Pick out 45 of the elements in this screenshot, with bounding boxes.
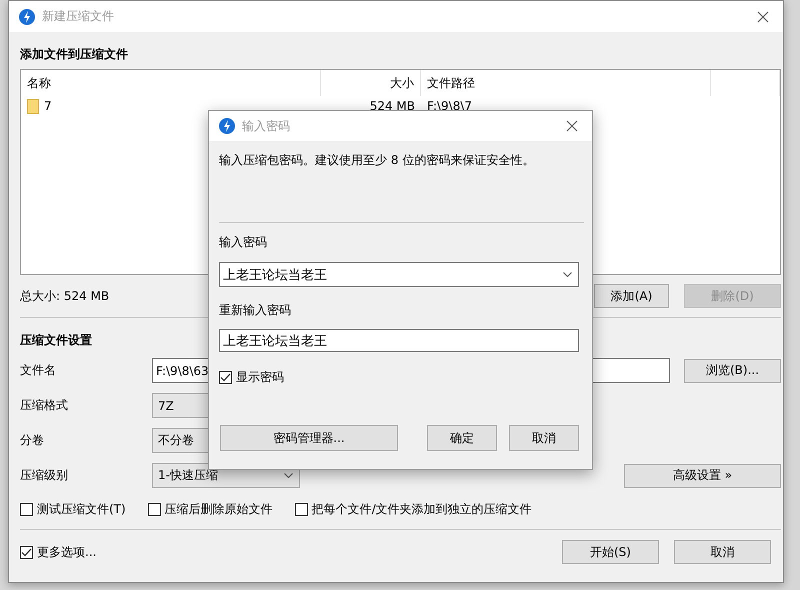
dialog-title: 输入密码: [242, 118, 291, 134]
checkbox[interactable]: [20, 502, 33, 516]
folder-icon: [27, 98, 39, 114]
section-heading: 添加文件到压缩文件: [20, 46, 128, 62]
checkbox-label: 显示密码: [236, 369, 284, 386]
field-label: 重新输入密码: [219, 302, 292, 318]
hint-text: 输入压缩包密码。建议使用至少 8 位的密码来保证安全性。: [219, 152, 536, 168]
file-path: F:\9\8\7: [426, 99, 474, 113]
section-heading: 压缩文件设置: [20, 332, 92, 348]
browse-button[interactable]: 浏览(B)...: [684, 358, 781, 382]
column-header[interactable]: 文件路径: [421, 70, 711, 96]
close-icon: [566, 120, 578, 132]
field-label: 压缩级别: [20, 467, 69, 484]
add-button[interactable]: 添加(A): [594, 284, 669, 308]
field-label: 输入密码: [219, 234, 268, 250]
field-label: 文件名: [20, 362, 57, 379]
cancel-button[interactable]: 取消: [509, 425, 579, 451]
ok-button[interactable]: 确定: [427, 425, 497, 451]
caret-icon: [563, 272, 572, 277]
file-name: 7: [44, 99, 52, 113]
field-label: 分卷: [20, 432, 45, 449]
confirm-password-field[interactable]: 上老王论坛当老王: [219, 329, 579, 352]
window-title: 新建压缩文件: [42, 8, 115, 25]
checkbox-label: 压缩后删除原始文件: [164, 500, 273, 518]
column-header[interactable]: 大小: [321, 70, 421, 96]
checkbox-label: 测试压缩文件(T): [37, 500, 126, 518]
caret-icon: [284, 473, 293, 478]
field-label: 压缩格式: [20, 397, 69, 414]
app-icon: [219, 118, 235, 134]
close-icon: [757, 10, 769, 22]
start-button[interactable]: 开始(S): [562, 540, 659, 564]
app-icon: [19, 8, 35, 24]
checkbox-label: 把每个文件/文件夹添加到独立的压缩文件: [312, 500, 532, 518]
password-manager-button[interactable]: 密码管理器...: [220, 425, 398, 451]
file-size: 524 MB: [368, 99, 416, 113]
column-header[interactable]: 名称: [21, 70, 321, 96]
checkbox[interactable]: [148, 502, 161, 516]
checkbox[interactable]: [294, 502, 308, 516]
total-size: 总大小: 524 MB: [20, 288, 110, 304]
password-combo[interactable]: 上老王论坛当老王: [219, 262, 579, 287]
advanced-settings-button[interactable]: 高级设置 »: [624, 464, 781, 488]
cancel-button[interactable]: 取消: [674, 540, 771, 564]
checkbox[interactable]: [20, 546, 33, 558]
checkbox-label: 更多选项...: [37, 544, 96, 560]
checkbox[interactable]: [219, 371, 232, 384]
